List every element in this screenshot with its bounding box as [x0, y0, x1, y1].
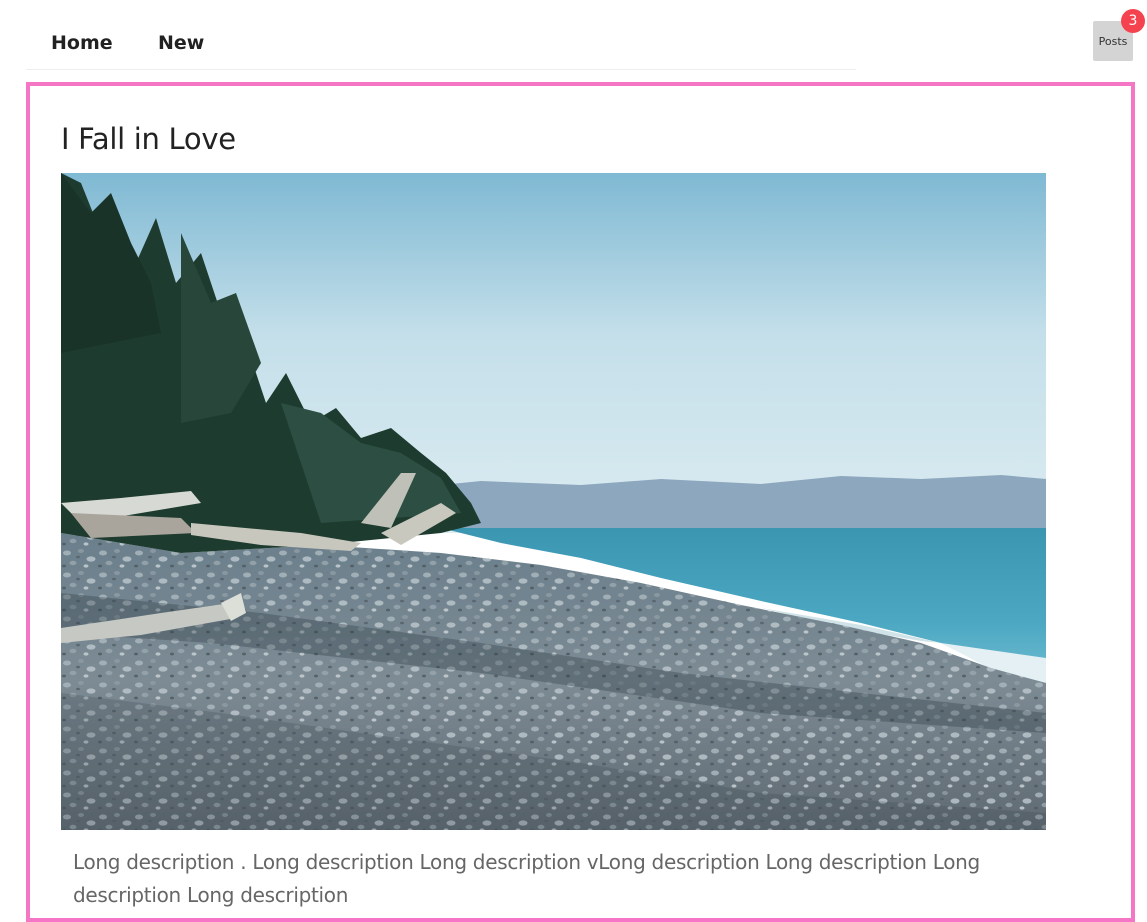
- nav-home-link[interactable]: Home: [51, 32, 113, 54]
- post-image: [61, 173, 1046, 830]
- top-nav: Home New: [26, 16, 856, 70]
- post-card: I Fall in Love Long description . Long d…: [26, 82, 1135, 922]
- post-title: I Fall in Love: [61, 122, 236, 156]
- posts-button-label: Posts: [1098, 34, 1128, 48]
- posts-count-badge: 3: [1121, 9, 1145, 33]
- nav-new-link[interactable]: New: [158, 32, 204, 54]
- post-description: Long description . Long description Long…: [73, 850, 980, 907]
